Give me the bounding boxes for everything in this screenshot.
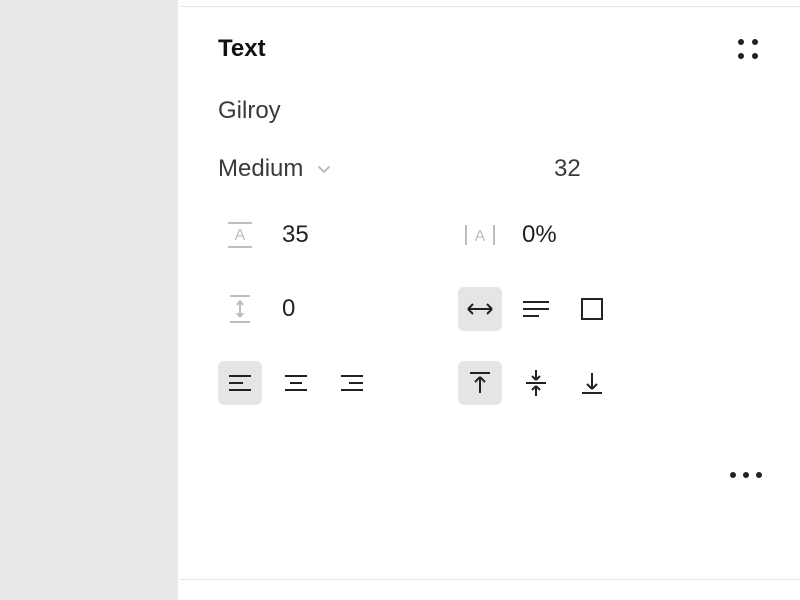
auto-height-icon (521, 298, 551, 320)
chevron-down-icon (315, 160, 333, 178)
letter-spacing-icon: A (458, 213, 502, 257)
align-left-icon (226, 372, 254, 394)
paragraph-spacing-icon (218, 287, 262, 331)
auto-height-button[interactable] (514, 287, 558, 331)
paragraph-spacing-input[interactable]: 0 (282, 295, 295, 323)
align-center-icon (282, 372, 310, 394)
align-center-button[interactable] (274, 361, 318, 405)
align-right-icon (338, 372, 366, 394)
align-bottom-icon (580, 369, 604, 397)
align-left-button[interactable] (218, 361, 262, 405)
type-settings-icon[interactable] (734, 35, 762, 63)
align-top-button[interactable] (458, 361, 502, 405)
letter-spacing-input[interactable]: 0% (522, 221, 557, 249)
svg-text:A: A (235, 227, 246, 244)
divider (180, 579, 800, 580)
panel-title: Text (218, 35, 266, 63)
align-top-icon (468, 369, 492, 397)
align-middle-button[interactable] (514, 361, 558, 405)
align-bottom-button[interactable] (570, 361, 614, 405)
font-weight-select[interactable]: Medium (218, 155, 333, 183)
align-middle-icon (524, 368, 548, 398)
align-right-button[interactable] (330, 361, 374, 405)
more-options-button[interactable] (730, 472, 762, 478)
line-height-input[interactable]: 35 (282, 221, 309, 249)
text-properties-panel: Text Gilroy Medium 32 (180, 0, 800, 600)
line-height-icon: A (218, 213, 262, 257)
font-size-input[interactable]: 32 (554, 155, 581, 183)
fixed-size-button[interactable] (570, 287, 614, 331)
horizontal-arrows-icon (464, 299, 496, 319)
font-family-select[interactable]: Gilroy (218, 97, 762, 125)
svg-text:A: A (475, 228, 486, 245)
canvas-gutter (0, 0, 180, 600)
fixed-size-icon (579, 296, 605, 322)
font-weight-label: Medium (218, 155, 303, 183)
auto-width-button[interactable] (458, 287, 502, 331)
